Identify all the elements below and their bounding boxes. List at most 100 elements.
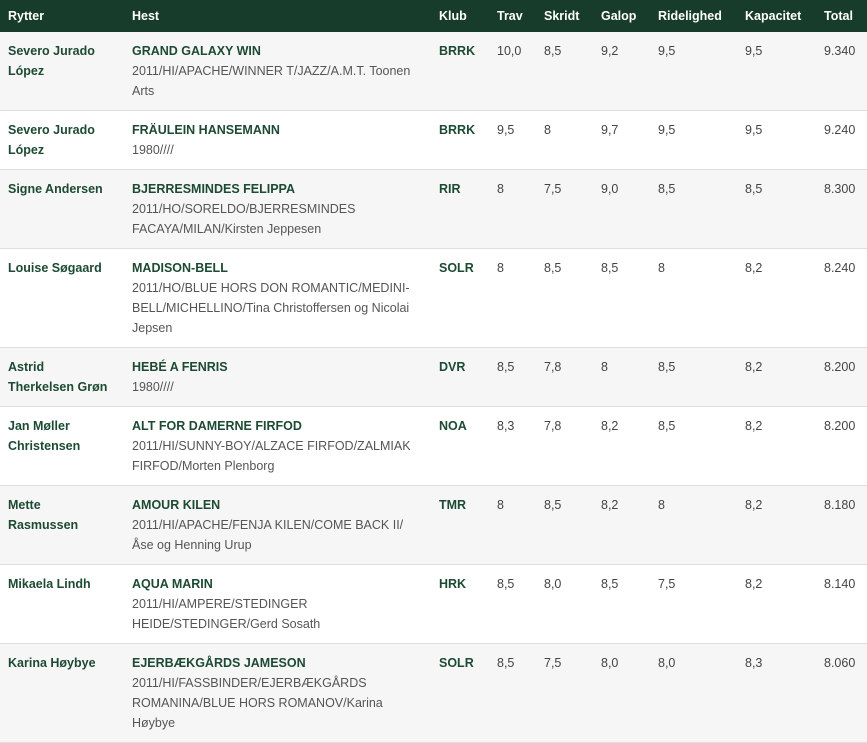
score-galop: 8 <box>593 347 650 407</box>
horse-cell: MADISON-BELL 2011/HO/BLUE HORS DON ROMANT… <box>124 248 431 348</box>
horse-name: GRAND GALAXY WIN <box>132 44 261 58</box>
score-galop: 9,2 <box>593 32 650 111</box>
score-ridelighed: 8,5 <box>650 169 737 249</box>
score-total: 8.240 <box>816 248 867 348</box>
score-trav: 8 <box>489 248 536 348</box>
club: BRRK <box>431 32 489 111</box>
score-skridt: 8 <box>536 110 593 170</box>
horse-cell: HEBÉ A FENRIS 1980//// <box>124 347 431 407</box>
horse-cell: BJERRESMINDES FELIPPA 2011/HO/SORELDO/BJE… <box>124 169 431 249</box>
header-rider: Rytter <box>8 9 45 23</box>
score-kapacitet: 8,2 <box>737 347 816 407</box>
horse-info: 1980//// <box>132 143 174 157</box>
score-skridt: 8,5 <box>536 485 593 565</box>
horse-cell: GRAND GALAXY WIN 2011/HI/APACHE/WINNER T/… <box>124 32 431 111</box>
score-skridt: 8,5 <box>536 32 593 111</box>
table-row: Severo Jurado López FRÄULEIN HANSEMANN 19… <box>0 110 867 170</box>
score-kapacitet: 9,5 <box>737 110 816 170</box>
score-ridelighed: 8,5 <box>650 347 737 407</box>
score-galop: 8,2 <box>593 485 650 565</box>
horse-cell: ALT FOR DAMERNE FIRFOD 2011/HI/SUNNY-BOY/… <box>124 406 431 486</box>
score-total: 8.300 <box>816 169 867 249</box>
club: SOLR <box>431 643 489 743</box>
header-kapacitet: Kapacitet <box>745 9 802 23</box>
club: HRK <box>431 564 489 644</box>
score-total: 9.340 <box>816 32 867 111</box>
rider-name: Mette Rasmussen <box>0 485 124 565</box>
header-trav: Trav <box>497 9 523 23</box>
rider-name: Jan Møller Christensen <box>0 406 124 486</box>
score-skridt: 7,5 <box>536 643 593 743</box>
table-row: Louise Søgaard MADISON-BELL 2011/HO/BLUE … <box>0 248 867 348</box>
club: RIR <box>431 169 489 249</box>
table-header-row: Rytter Hest Klub Trav Skridt Galop Ridel… <box>0 0 867 32</box>
horse-info: 2011/HI/FASSBINDER/EJERBÆKGÅRDS ROMANINA… <box>132 676 383 730</box>
score-kapacitet: 8,3 <box>737 643 816 743</box>
header-galop: Galop <box>601 9 637 23</box>
table-row: Karina Høybye EJERBÆKGÅRDS JAMESON 2011/H… <box>0 643 867 743</box>
header-total: Total <box>824 9 853 23</box>
score-total: 9.240 <box>816 110 867 170</box>
score-kapacitet: 8,5 <box>737 169 816 249</box>
club: TMR <box>431 485 489 565</box>
header-club: Klub <box>439 9 467 23</box>
score-trav: 8,5 <box>489 643 536 743</box>
horse-name: BJERRESMINDES FELIPPA <box>132 182 295 196</box>
score-ridelighed: 8,0 <box>650 643 737 743</box>
header-horse: Hest <box>132 9 160 23</box>
table-body: Severo Jurado López GRAND GALAXY WIN 2011… <box>0 32 867 743</box>
score-trav: 8,5 <box>489 564 536 644</box>
score-kapacitet: 8,2 <box>737 485 816 565</box>
score-ridelighed: 9,5 <box>650 110 737 170</box>
score-galop: 8,5 <box>593 248 650 348</box>
header-skridt: Skridt <box>544 9 580 23</box>
score-total: 8.180 <box>816 485 867 565</box>
horse-info: 1980//// <box>132 380 174 394</box>
club: BRRK <box>431 110 489 170</box>
rider-name: Karina Høybye <box>0 643 124 743</box>
score-ridelighed: 7,5 <box>650 564 737 644</box>
score-trav: 8 <box>489 485 536 565</box>
score-galop: 8,0 <box>593 643 650 743</box>
score-total: 8.060 <box>816 643 867 743</box>
table-row: Severo Jurado López GRAND GALAXY WIN 2011… <box>0 32 867 111</box>
score-ridelighed: 9,5 <box>650 32 737 111</box>
horse-cell: FRÄULEIN HANSEMANN 1980//// <box>124 110 431 170</box>
header-ridelighed: Ridelighed <box>658 9 722 23</box>
score-total: 8.200 <box>816 347 867 407</box>
score-skridt: 7,8 <box>536 406 593 486</box>
horse-name: MADISON-BELL <box>132 261 228 275</box>
horse-cell: AQUA MARIN 2011/HI/AMPERE/STEDINGER HEIDE… <box>124 564 431 644</box>
table-row: Signe Andersen BJERRESMINDES FELIPPA 2011… <box>0 169 867 249</box>
horse-name: HEBÉ A FENRIS <box>132 360 228 374</box>
score-kapacitet: 8,2 <box>737 564 816 644</box>
horse-info: 2011/HI/APACHE/FENJA KILEN/COME BACK II/… <box>132 518 404 552</box>
rider-name: Signe Andersen <box>0 169 124 249</box>
rider-name: Louise Søgaard <box>0 248 124 348</box>
score-galop: 9,0 <box>593 169 650 249</box>
score-ridelighed: 8,5 <box>650 406 737 486</box>
horse-name: AMOUR KILEN <box>132 498 221 512</box>
horse-cell: AMOUR KILEN 2011/HI/APACHE/FENJA KILEN/CO… <box>124 485 431 565</box>
club: SOLR <box>431 248 489 348</box>
horse-info: 2011/HI/AMPERE/STEDINGER HEIDE/STEDINGER… <box>132 597 321 631</box>
score-galop: 8,2 <box>593 406 650 486</box>
club: DVR <box>431 347 489 407</box>
score-ridelighed: 8 <box>650 485 737 565</box>
club: NOA <box>431 406 489 486</box>
score-skridt: 8,5 <box>536 248 593 348</box>
score-trav: 8,3 <box>489 406 536 486</box>
score-ridelighed: 8 <box>650 248 737 348</box>
table-row: Mikaela Lindh AQUA MARIN 2011/HI/AMPERE/S… <box>0 564 867 644</box>
horse-name: ALT FOR DAMERNE FIRFOD <box>132 419 302 433</box>
horse-info: 2011/HO/SORELDO/BJERRESMINDES FACAYA/MIL… <box>132 202 356 236</box>
score-skridt: 8,0 <box>536 564 593 644</box>
rider-name: Astrid Therkelsen Grøn <box>0 347 124 407</box>
rider-name: Mikaela Lindh <box>0 564 124 644</box>
rider-name: Severo Jurado López <box>0 32 124 111</box>
horse-name: AQUA MARIN <box>132 577 213 591</box>
score-skridt: 7,8 <box>536 347 593 407</box>
horse-cell: EJERBÆKGÅRDS JAMESON 2011/HI/FASSBINDER/E… <box>124 643 431 743</box>
score-trav: 9,5 <box>489 110 536 170</box>
score-trav: 8,5 <box>489 347 536 407</box>
